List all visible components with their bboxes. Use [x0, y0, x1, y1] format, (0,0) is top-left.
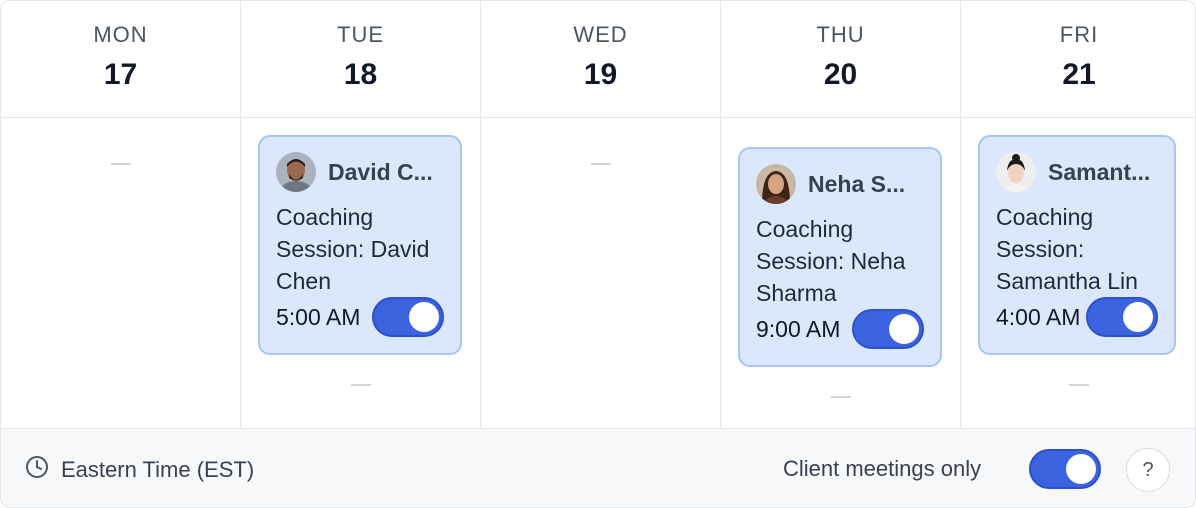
day-column-fri: Samant... Coaching Session: Samantha Lin… — [961, 118, 1195, 428]
day-of-week: FRI — [1059, 22, 1099, 47]
day-header-wed: WED 19 — [481, 1, 721, 117]
event-title: Coaching Session: Neha Sharma — [756, 216, 906, 306]
event-footer: 9:00 AM — [756, 309, 924, 349]
day-number: 20 — [823, 58, 858, 91]
event-title: Coaching Session: David Chen — [276, 204, 430, 294]
event-time: 9:00 AM — [756, 315, 841, 342]
day-number: 19 — [583, 58, 618, 91]
event-person-name: David C... — [328, 158, 433, 185]
calendar-footer: Eastern Time (EST) Client meetings only … — [1, 428, 1195, 507]
toggle-knob — [1066, 454, 1096, 484]
event-card[interactable]: Neha S... Coaching Session: Neha Sharma … — [738, 147, 942, 367]
toggle-knob — [1123, 302, 1153, 332]
event-card[interactable]: David C... Coaching Session: David Chen … — [258, 135, 462, 355]
event-header: Neha S... — [756, 163, 924, 205]
day-column-tue: David C... Coaching Session: David Chen … — [241, 118, 481, 428]
day-header-mon: MON 17 — [1, 1, 241, 117]
help-button[interactable]: ? — [1126, 448, 1170, 492]
person-avatar-neha — [756, 164, 796, 204]
toggle-knob — [409, 302, 439, 332]
timezone-indicator: Eastern Time (EST) — [25, 455, 254, 484]
day-header-fri: FRI 21 — [961, 1, 1195, 117]
empty-slot-dash — [830, 396, 851, 398]
timezone-label: Eastern Time (EST) — [61, 456, 255, 482]
client-meetings-toggle[interactable] — [1029, 449, 1101, 489]
day-of-week: TUE — [337, 22, 384, 47]
day-body-row: David C... Coaching Session: David Chen … — [1, 118, 1195, 428]
event-person-name: Samant... — [1048, 158, 1151, 185]
event-header: Samant... — [996, 151, 1158, 193]
event-time: 5:00 AM — [276, 303, 361, 330]
event-toggle[interactable] — [372, 297, 444, 337]
event-footer: 5:00 AM — [276, 297, 444, 337]
day-column-thu: Neha S... Coaching Session: Neha Sharma … — [721, 118, 961, 428]
event-toggle[interactable] — [1086, 297, 1158, 337]
person-avatar-david — [276, 152, 316, 192]
event-time: 4:00 AM — [996, 303, 1081, 330]
day-column-wed — [481, 118, 721, 428]
day-header-tue: TUE 18 — [241, 1, 481, 117]
day-header-thu: THU 20 — [721, 1, 961, 117]
day-number: 21 — [1062, 58, 1096, 91]
client-meetings-label: Client meetings only — [783, 456, 982, 481]
day-number: 17 — [103, 58, 138, 91]
event-header: David C... — [276, 151, 444, 193]
event-title: Coaching Session: Samantha Lin — [996, 204, 1138, 294]
day-header-row: MON 17 TUE 18 WED 19 THU 20 FRI 21 — [1, 1, 1195, 118]
empty-slot-dash — [1069, 384, 1089, 386]
event-person-name: Neha S... — [808, 170, 906, 197]
day-of-week: MON — [93, 22, 148, 47]
day-of-week: WED — [573, 22, 628, 47]
week-calendar: MON 17 TUE 18 WED 19 THU 20 FRI 21 David… — [0, 0, 1196, 508]
empty-slot-dash — [110, 163, 131, 165]
event-toggle[interactable] — [852, 309, 924, 349]
toggle-knob — [889, 314, 919, 344]
event-card[interactable]: Samant... Coaching Session: Samantha Lin… — [978, 135, 1176, 355]
empty-slot-dash — [350, 384, 371, 386]
person-avatar-samantha — [996, 152, 1036, 192]
day-number: 18 — [343, 58, 378, 91]
day-column-mon — [1, 118, 241, 428]
event-footer: 4:00 AM — [996, 297, 1158, 337]
day-of-week: THU — [816, 22, 865, 47]
clock-icon — [25, 455, 49, 484]
empty-slot-dash — [590, 163, 611, 165]
